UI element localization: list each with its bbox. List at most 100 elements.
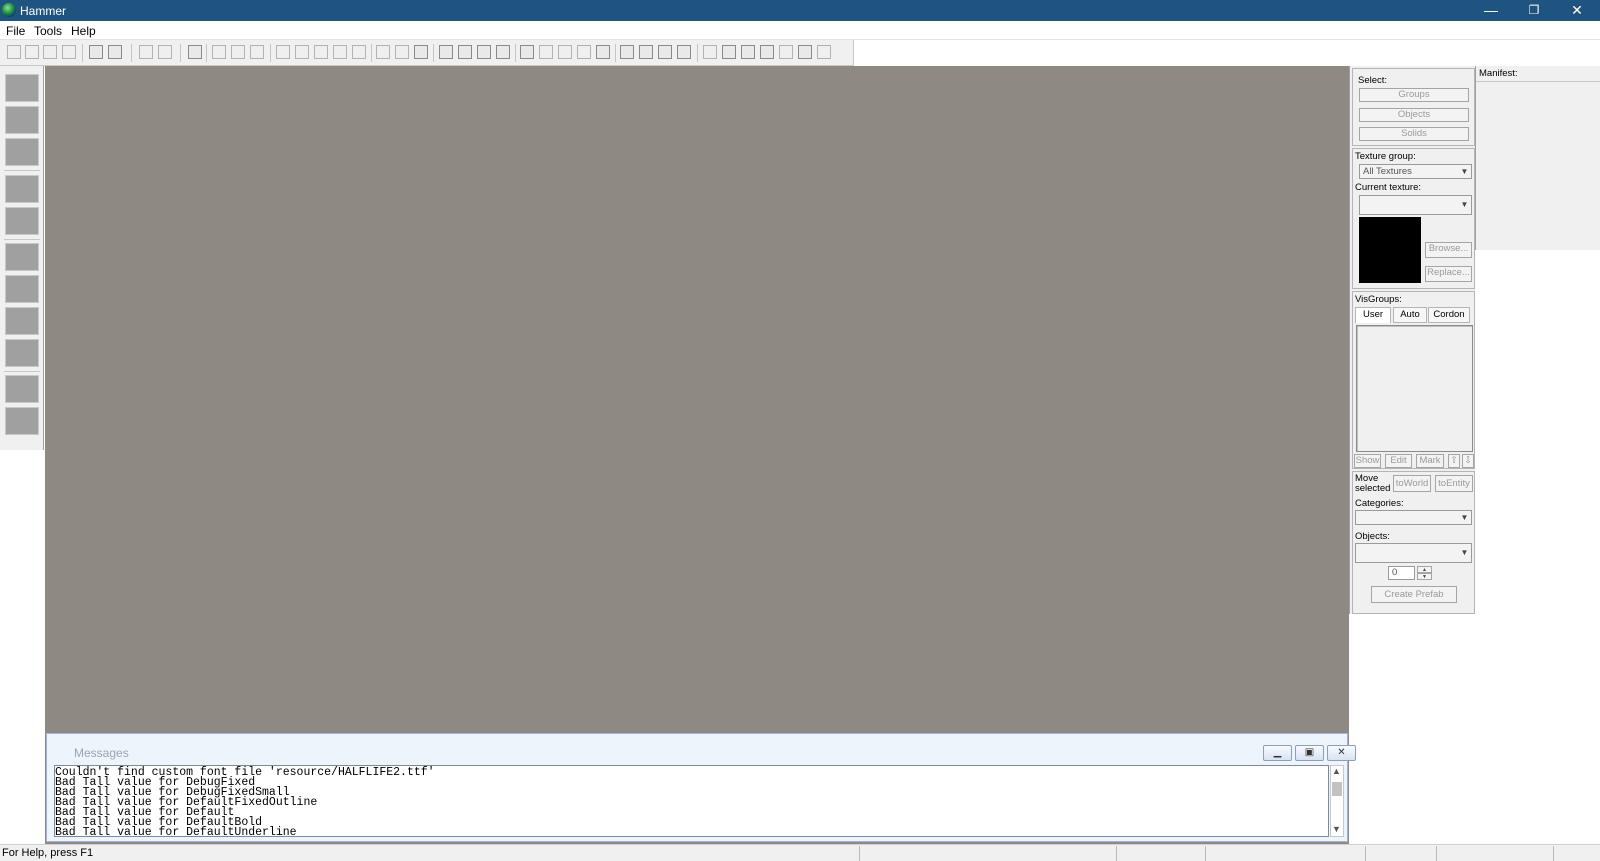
map-workspace[interactable]	[45, 66, 1349, 844]
toolbar-separator	[270, 44, 271, 62]
snap-icon[interactable]	[496, 45, 510, 59]
cube-icon[interactable]	[760, 45, 774, 59]
run-map-icon[interactable]	[817, 45, 831, 59]
status-pane	[1365, 846, 1366, 861]
tab-user[interactable]: User	[1355, 307, 1391, 323]
target-icon[interactable]	[722, 45, 736, 59]
spin-up-icon[interactable]: ▲	[1417, 566, 1432, 573]
texture-browser-icon[interactable]	[741, 45, 755, 59]
select-objects-button[interactable]: Objects	[1359, 108, 1469, 122]
align-bottom-icon[interactable]	[677, 45, 691, 59]
block-tool-icon[interactable]	[439, 45, 453, 59]
messages-minimize-button[interactable]: ▁	[1263, 745, 1292, 761]
select-groups-button[interactable]: Groups	[1359, 88, 1469, 102]
count-input[interactable]: 0	[1388, 566, 1415, 580]
close-button[interactable]: ✕	[1554, 0, 1600, 21]
scroll-up-icon[interactable]: ▲	[1332, 766, 1341, 776]
ungroup-icon[interactable]	[231, 45, 245, 59]
restore-button[interactable]: ❐	[1511, 0, 1557, 21]
visgroups-list[interactable]	[1356, 325, 1473, 452]
select-none-icon[interactable]	[539, 45, 553, 59]
ignore-groups-icon[interactable]	[250, 45, 264, 59]
to-world-button[interactable]: toWorld	[1393, 475, 1431, 492]
entity-icon[interactable]	[703, 45, 717, 59]
grid-toggle-icon[interactable]	[7, 45, 21, 59]
decal-tool-icon[interactable]	[5, 307, 39, 335]
bounding-box-icon[interactable]	[458, 45, 472, 59]
cordon-icon[interactable]	[352, 45, 366, 59]
replace-button[interactable]: Replace...	[1425, 266, 1472, 282]
move-down-icon[interactable]: ⇩	[1462, 454, 1474, 468]
align-top-icon[interactable]	[658, 45, 672, 59]
texture-application-tool-icon[interactable]	[5, 243, 39, 271]
overlay-tool-icon[interactable]	[5, 339, 39, 367]
clipping-tool-icon[interactable]	[5, 375, 39, 403]
messages-close-button[interactable]: ✕	[1327, 745, 1356, 761]
show-button[interactable]: Show	[1354, 454, 1381, 468]
move-up-icon[interactable]: ⇧	[1448, 454, 1460, 468]
hide-unselected-icon[interactable]	[295, 45, 309, 59]
undo-icon[interactable]	[139, 45, 153, 59]
log-line: Bad Tall value for DefaultFixedOutline	[55, 796, 318, 809]
menu-help[interactable]: Help	[71, 24, 96, 38]
align-left-icon[interactable]	[620, 45, 634, 59]
categories-select[interactable]: ▼	[1355, 510, 1472, 525]
tab-cordon[interactable]: Cordon	[1428, 307, 1470, 323]
minimize-button[interactable]: —	[1468, 0, 1514, 21]
grid-smaller-icon[interactable]	[43, 45, 57, 59]
align-right-icon[interactable]	[639, 45, 653, 59]
transform-icon[interactable]	[558, 45, 572, 59]
show-all-icon[interactable]	[314, 45, 328, 59]
group-icon[interactable]	[212, 45, 226, 59]
paste-icon[interactable]	[414, 45, 428, 59]
create-prefab-button[interactable]: Create Prefab	[1371, 586, 1457, 603]
edit-button[interactable]: Edit	[1385, 454, 1412, 468]
messages-restore-button[interactable]: ▣	[1295, 745, 1324, 761]
menu-tools[interactable]: Tools	[34, 24, 62, 38]
toolbar-separator	[82, 44, 83, 62]
select-solids-button[interactable]: Solids	[1359, 127, 1469, 141]
mark-button[interactable]: Mark	[1416, 454, 1444, 468]
select-all-icon[interactable]	[520, 45, 534, 59]
copy-icon[interactable]	[395, 45, 409, 59]
visgroup-icon[interactable]	[333, 45, 347, 59]
browse-button[interactable]: Browse...	[1425, 242, 1472, 258]
spin-down-icon[interactable]: ▼	[1417, 573, 1432, 580]
messages-window: Messages ▁ ▣ ✕ Couldn't find custom font…	[46, 733, 1356, 842]
messages-title: Messages	[74, 746, 129, 760]
current-texture-select[interactable]: ▼	[1359, 195, 1472, 215]
entity-tool-icon[interactable]	[5, 175, 39, 203]
scroll-thumb[interactable]	[1332, 782, 1342, 796]
objects-select[interactable]: ▼	[1355, 543, 1472, 563]
apply-current-texture-tool-icon[interactable]	[5, 275, 39, 303]
current-texture-label: Current texture:	[1355, 182, 1421, 193]
flip-vertical-icon[interactable]	[596, 45, 610, 59]
hide-selected-icon[interactable]	[276, 45, 290, 59]
texture-group-label: Texture group:	[1355, 151, 1416, 162]
messages-log[interactable]: Couldn't find custom font file 'resource…	[54, 765, 1329, 837]
palette-separator	[4, 170, 40, 171]
carve-icon[interactable]	[188, 45, 202, 59]
vertex-tool-icon[interactable]	[5, 407, 39, 435]
block-tool-icon[interactable]	[5, 207, 39, 235]
camera-tool-icon[interactable]	[5, 138, 39, 166]
texture-group-select[interactable]: All Textures ▼	[1359, 164, 1472, 179]
flip-horizontal-icon[interactable]	[577, 45, 591, 59]
sphere-icon[interactable]	[798, 45, 812, 59]
scroll-down-icon[interactable]: ▼	[1332, 824, 1341, 834]
title-bar: Hammer — ❐ ✕	[0, 0, 1600, 21]
grid-3d-icon[interactable]	[25, 45, 39, 59]
cut-icon[interactable]	[376, 45, 390, 59]
magnify-tool-icon[interactable]	[5, 106, 39, 134]
menu-file[interactable]: File	[6, 24, 25, 38]
texture-scale-lock-icon[interactable]	[108, 45, 122, 59]
messages-scrollbar[interactable]: ▲ ▼	[1330, 765, 1344, 837]
cubemap-icon[interactable]	[779, 45, 793, 59]
grid-larger-icon[interactable]	[62, 45, 76, 59]
selection-tool-icon[interactable]	[5, 74, 39, 102]
to-entity-button[interactable]: toEntity	[1435, 475, 1473, 492]
redo-icon[interactable]	[158, 45, 172, 59]
tab-auto[interactable]: Auto	[1393, 307, 1427, 323]
hollow-icon[interactable]	[477, 45, 491, 59]
texture-lock-icon[interactable]	[89, 45, 103, 59]
